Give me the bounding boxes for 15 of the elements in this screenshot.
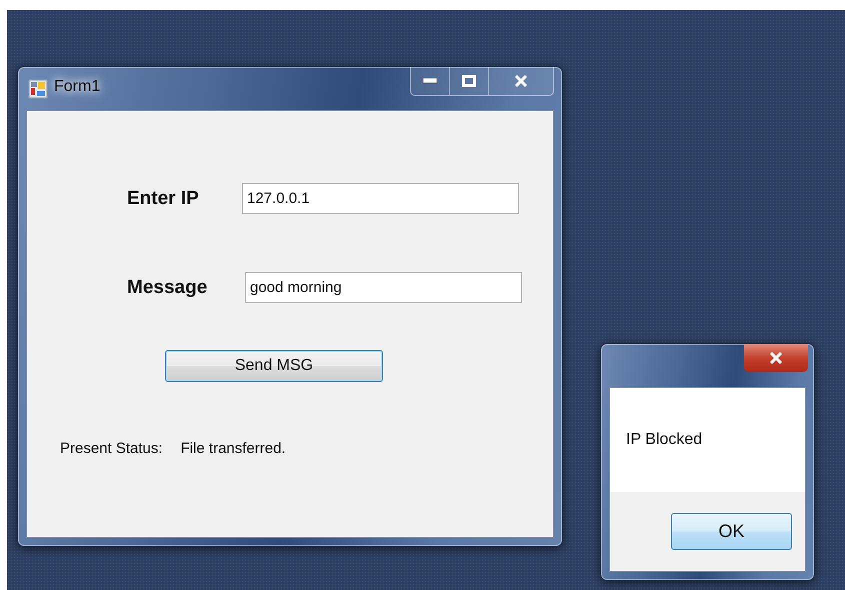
send-button[interactable]: Send MSG bbox=[165, 350, 383, 382]
input-field[interactable]: 127.0.0.1 bbox=[242, 183, 519, 214]
app-icon bbox=[28, 79, 48, 99]
close-icon[interactable] bbox=[769, 352, 783, 364]
maximize-icon[interactable] bbox=[462, 75, 476, 87]
field-label: Enter IP bbox=[127, 188, 200, 210]
status-label: Present Status: bbox=[60, 440, 163, 457]
status-value: File transferred. bbox=[180, 440, 286, 457]
minimize-icon[interactable] bbox=[423, 78, 437, 84]
field-label: Message bbox=[127, 276, 208, 298]
close-icon[interactable] bbox=[514, 75, 528, 87]
ok-button[interactable]: OK bbox=[671, 513, 792, 550]
input-field[interactable]: good morning bbox=[245, 272, 522, 303]
dialog-message: IP Blocked bbox=[626, 431, 702, 449]
window-title: Form1 bbox=[54, 78, 100, 96]
